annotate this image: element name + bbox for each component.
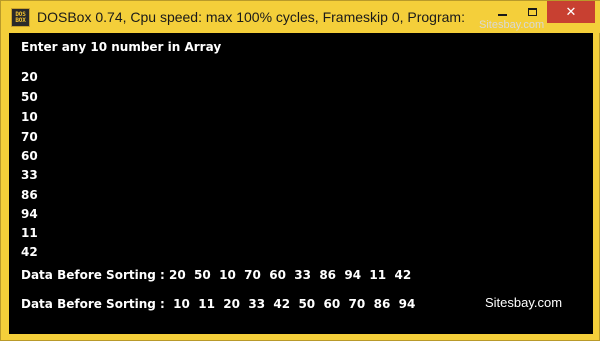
close-button[interactable]: ✕ [547, 1, 595, 23]
input-line: 10 [21, 110, 38, 124]
title-bar[interactable]: DOS BOX DOSBox 0.74, Cpu speed: max 100%… [1, 1, 600, 33]
brand-watermark: Sitesbay.com [485, 295, 563, 310]
after-sorting-line: Data Before Sorting : 10 11 20 33 42 50 … [21, 297, 416, 311]
window-title: DOSBox 0.74, Cpu speed: max 100% cycles,… [37, 9, 465, 25]
input-line: 50 [21, 90, 38, 104]
close-icon: ✕ [565, 4, 577, 20]
prompt-line: Enter any 10 number in Array [21, 40, 222, 54]
minimize-icon [497, 14, 507, 16]
minimize-button[interactable] [487, 1, 517, 23]
before-sorting-line: Data Before Sorting : 20 50 10 70 60 33 … [21, 268, 412, 282]
input-line: 33 [21, 168, 38, 182]
dosbox-icon-line-2: BOX [15, 16, 26, 24]
maximize-button[interactable] [517, 1, 547, 23]
input-line: 20 [21, 70, 38, 84]
console-screen[interactable]: Enter any 10 number in Array 20 50 10 70… [9, 33, 593, 334]
input-line: 60 [21, 149, 38, 163]
input-line: 42 [21, 245, 38, 259]
input-line: 70 [21, 130, 38, 144]
maximize-icon [527, 8, 537, 16]
dosbox-icon[interactable]: DOS BOX [11, 8, 30, 27]
input-line: 11 [21, 226, 38, 240]
dosbox-window: DOS BOX DOSBox 0.74, Cpu speed: max 100%… [0, 0, 600, 341]
input-line: 86 [21, 188, 38, 202]
input-line: 94 [21, 207, 38, 221]
